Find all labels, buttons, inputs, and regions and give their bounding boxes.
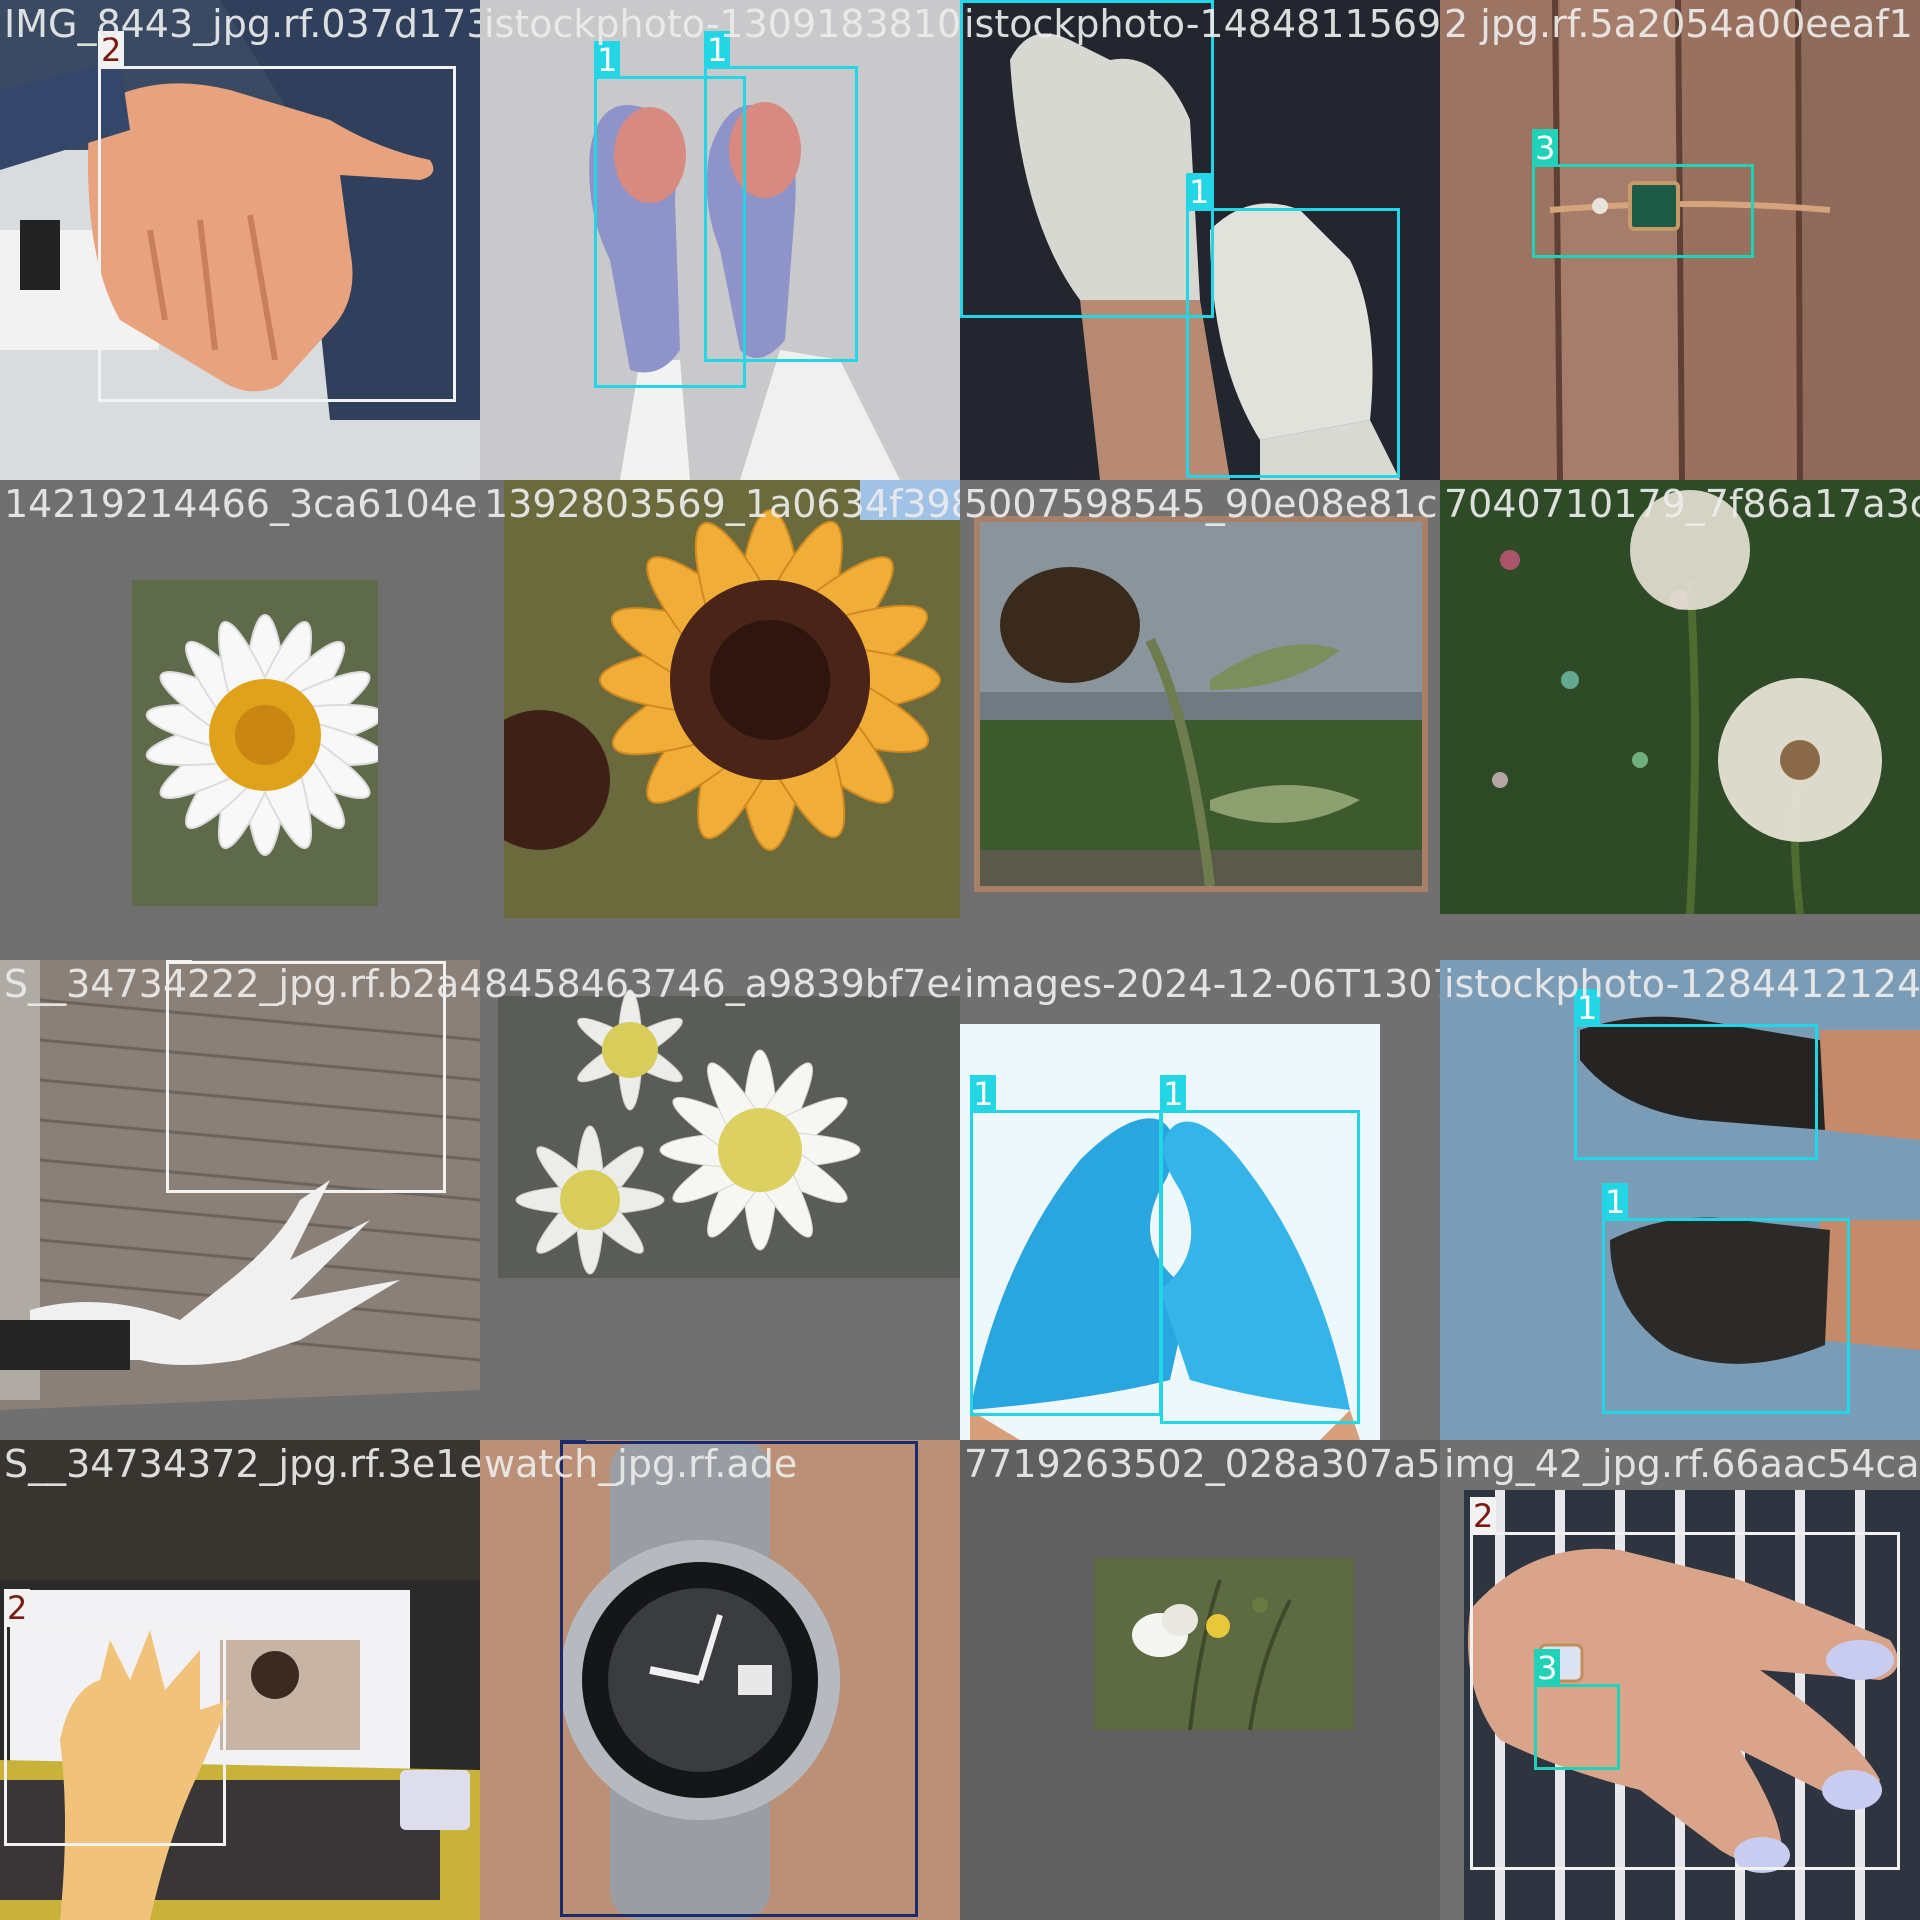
tile-black-gloves: istockphoto-1284412124-6111: [1440, 960, 1920, 1440]
photo-white-daisy: [0, 480, 480, 960]
class-label-tag: 1: [704, 31, 731, 69]
image-mosaic: IMG_8443_jpg.rf.037d173d2fa64206004e3809…: [0, 0, 1920, 1920]
class-label-tag: 2: [1470, 1497, 1497, 1535]
bounding-box-label-3: 3: [1534, 1649, 1620, 1770]
bounding-box-label-1: 1: [704, 31, 858, 362]
class-label-tag: 3: [1534, 1649, 1561, 1687]
bounding-box-label-2: 2: [4, 1589, 226, 1846]
tile-sunflower-field: 5007598545_90e08e81c1_n.jpg: [960, 480, 1440, 960]
tile-wristwatch: watch_jpg.rf.ade4: [480, 1440, 960, 1920]
bounding-box-label-3: 3: [1532, 129, 1754, 258]
class-label-tag: 1: [1602, 1183, 1629, 1221]
class-label-tag: 1: [594, 41, 621, 79]
bounding-box-label-2: 2: [166, 960, 446, 1193]
bounding-box-label-1: 1: [960, 0, 1214, 318]
tile-white-daisy: 14219214466_3ca6104eae_n.jpg: [0, 480, 480, 960]
tile-white-gloves: istockphoto-1484811569-612x612_jpg.rf.41…: [960, 0, 1440, 480]
class-label-tag: 1: [1160, 1075, 1187, 1113]
tile-dandelion-seedheads: 7040710179_7f86a17a3c_n: [1440, 480, 1920, 960]
class-label-tag: 2: [4, 1589, 31, 1627]
class-label-tag: 2: [166, 960, 193, 964]
class-label-tag: 1: [960, 0, 987, 3]
tile-hand-with-diamond-ring: img_42_jpg.rf.66aac54cac3f23: [1440, 1440, 1920, 1920]
bounding-box-label-1: 1: [970, 1075, 1162, 1416]
bounding-box-label-1: 1: [1186, 173, 1400, 478]
tile-hand-in-front-of-blinds: S__34734222_jpg.rf.b2a47c2: [0, 960, 480, 1440]
class-label-tag: 2: [98, 31, 125, 69]
tile-emerald-ring: 2 jpg.rf.5a2054a00eeaf1 3: [1440, 0, 1920, 480]
photo-daisy-bouquet: [480, 960, 960, 1440]
photo-sunflower-field: [960, 480, 1440, 960]
bounding-box-label-1: 1: [1574, 989, 1818, 1160]
class-label-tag: 1: [1574, 989, 1601, 1027]
bounding-box-label-1: 1: [1602, 1183, 1850, 1414]
bounding-box-label-4: 4: [560, 1440, 918, 1917]
class-label-tag: 4: [560, 1440, 587, 1444]
tile-butterfly-on-flowers: 7719263502_028a307a5d.jpg: [960, 1440, 1440, 1920]
class-label-tag: 1: [970, 1075, 997, 1113]
tile-hand-over-laptop: S__34734372_jpg.rf.3e1eab 2: [0, 1440, 480, 1920]
tile-blue-gloves-holding-hearts: istockphoto-1309183810-612x612_jpg.rf11: [480, 0, 960, 480]
tile-sunflower-closeup: 1392803569_1a0634f398_m.jpg: [480, 480, 960, 960]
tile-palm-of-hand: IMG_8443_jpg.rf.037d173d2fa64206004e3809…: [0, 0, 480, 480]
tile-daisy-bouquet: 8458463746_a9839bf7e4.jpg: [480, 960, 960, 1440]
class-label-tag: 1: [1186, 173, 1213, 211]
bounding-box-label-2: 2: [98, 31, 456, 402]
photo-dandelion-seedheads: [1440, 480, 1920, 960]
bounding-box-label-1: 1: [1160, 1075, 1360, 1424]
tile-blue-gloves-heart-shape: images-2024-12-06T13071611: [960, 960, 1440, 1440]
photo-butterfly-on-flowers: [960, 1440, 1440, 1920]
photo-sunflower-closeup: [480, 480, 960, 960]
class-label-tag: 3: [1532, 129, 1559, 167]
